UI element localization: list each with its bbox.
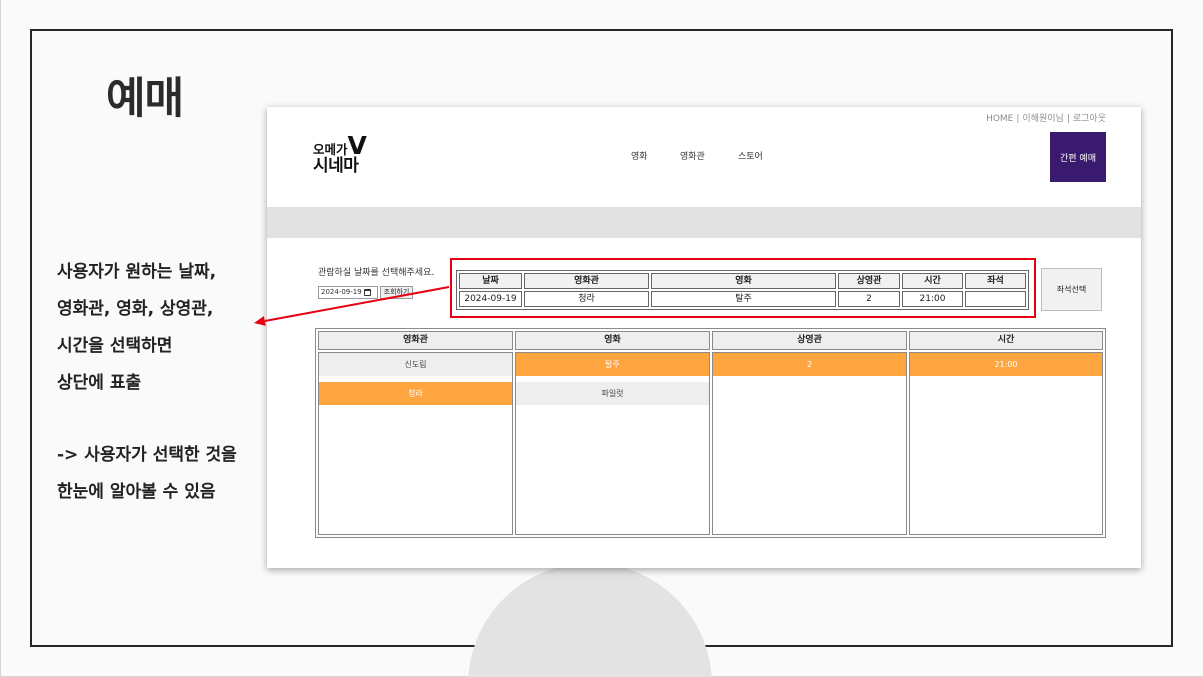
notes-line-5: -> 사용자가 선택한 것을: [57, 445, 237, 465]
nav-movies[interactable]: 영화: [631, 151, 648, 163]
selection-summary-table: 날짜 영화관 영화 상영관 시간 좌석 2024-09-19 청라 탈주 2 2…: [456, 270, 1029, 310]
notes-line-4: 상단에 표출: [57, 373, 142, 393]
notes-line-6: 한눈에 알아볼 수 있음: [57, 482, 216, 502]
summary-theater-value: 청라: [524, 291, 649, 307]
summary-value-row: 2024-09-19 청라 탈주 2 21:00: [459, 291, 1026, 307]
notes-line-1: 사용자가 원하는 날짜,: [57, 262, 217, 282]
selector-header-screen: 상영관: [712, 331, 907, 350]
summary-screen-value: 2: [838, 291, 900, 307]
selector-header-movie: 영화: [515, 331, 710, 350]
top-utility-links: HOME | 이해원이님 | 로그아웃: [986, 113, 1106, 125]
selector-header-row: 영화관 영화 상영관 시간: [318, 331, 1103, 350]
summary-header-seat: 좌석: [965, 273, 1026, 289]
seat-select-button[interactable]: 좌석선택: [1041, 268, 1102, 311]
logo-top-line: 오메가V: [313, 133, 367, 158]
link-separator: |: [1016, 114, 1020, 124]
link-separator: |: [1066, 114, 1070, 124]
summary-header-time: 시간: [902, 273, 963, 289]
summary-header-movie: 영화: [651, 273, 836, 289]
callout-arrow-line: [264, 286, 450, 322]
summary-seat-value: [965, 291, 1026, 307]
decorative-semicircle: [468, 563, 712, 677]
notes-line-3: 시간을 선택하면: [57, 336, 173, 356]
summary-header-row: 날짜 영화관 영화 상영관 시간 좌석: [459, 273, 1026, 289]
summary-date-value: 2024-09-19: [459, 291, 522, 307]
time-list: 21:00: [909, 352, 1103, 535]
theater-option-2[interactable]: 청라: [319, 382, 512, 405]
callout-arrow-head: [254, 316, 266, 326]
screen-list: 2: [712, 352, 907, 535]
user-name-link[interactable]: 이해원이님: [1022, 114, 1063, 124]
header-divider-band: [267, 207, 1141, 238]
movie-option-2[interactable]: 파일럿: [516, 382, 709, 405]
logo-small-text: 오메가: [313, 142, 348, 157]
logo-name: 시네마: [313, 156, 359, 176]
theater-option-1[interactable]: 신도림: [319, 353, 512, 376]
date-prompt: 관람하실 날짜를 선택해주세요.: [318, 268, 435, 278]
selector-header-time: 시간: [909, 331, 1103, 350]
movie-option-1[interactable]: 탈주: [516, 353, 709, 376]
callout-arrow: [254, 286, 450, 326]
nav-store[interactable]: 스토어: [738, 151, 763, 163]
time-option-1[interactable]: 21:00: [910, 353, 1102, 376]
summary-header-screen: 상영관: [838, 273, 900, 289]
quick-booking-button[interactable]: 간편 예매: [1050, 132, 1106, 182]
summary-time-value: 21:00: [902, 291, 963, 307]
selector-header-theater: 영화관: [318, 331, 513, 350]
theater-list: 신도림 청라: [318, 352, 513, 535]
summary-movie-value: 탈주: [651, 291, 836, 307]
selector-body-row: 신도림 청라 탈주 파일럿 2 21:00: [318, 352, 1103, 535]
slide-title: 예매: [106, 74, 184, 124]
showtime-selector-table: 영화관 영화 상영관 시간 신도림 청라 탈주 파일럿 2 21:00: [315, 328, 1106, 538]
home-link[interactable]: HOME: [986, 114, 1013, 124]
slide-notes-main: 사용자가 원하는 날짜, 영화관, 영화, 상영관, 시간을 선택하면 상단에 …: [57, 254, 216, 402]
booking-page-screenshot: HOME | 이해원이님 | 로그아웃 오메가V 시네마 영화 영화관 스토어 간편 예…: [267, 107, 1141, 568]
screen-option-1[interactable]: 2: [713, 353, 906, 376]
summary-header-theater: 영화관: [524, 273, 649, 289]
movie-list: 탈주 파일럿: [515, 352, 710, 535]
notes-line-2: 영화관, 영화, 상영관,: [57, 299, 214, 319]
logout-link[interactable]: 로그아웃: [1073, 114, 1106, 124]
nav-theaters[interactable]: 영화관: [680, 151, 705, 163]
summary-header-date: 날짜: [459, 273, 522, 289]
site-logo[interactable]: 오메가V 시네마: [313, 133, 367, 176]
slide-notes-conclusion: -> 사용자가 선택한 것을 한눈에 알아볼 수 있음: [57, 437, 237, 511]
